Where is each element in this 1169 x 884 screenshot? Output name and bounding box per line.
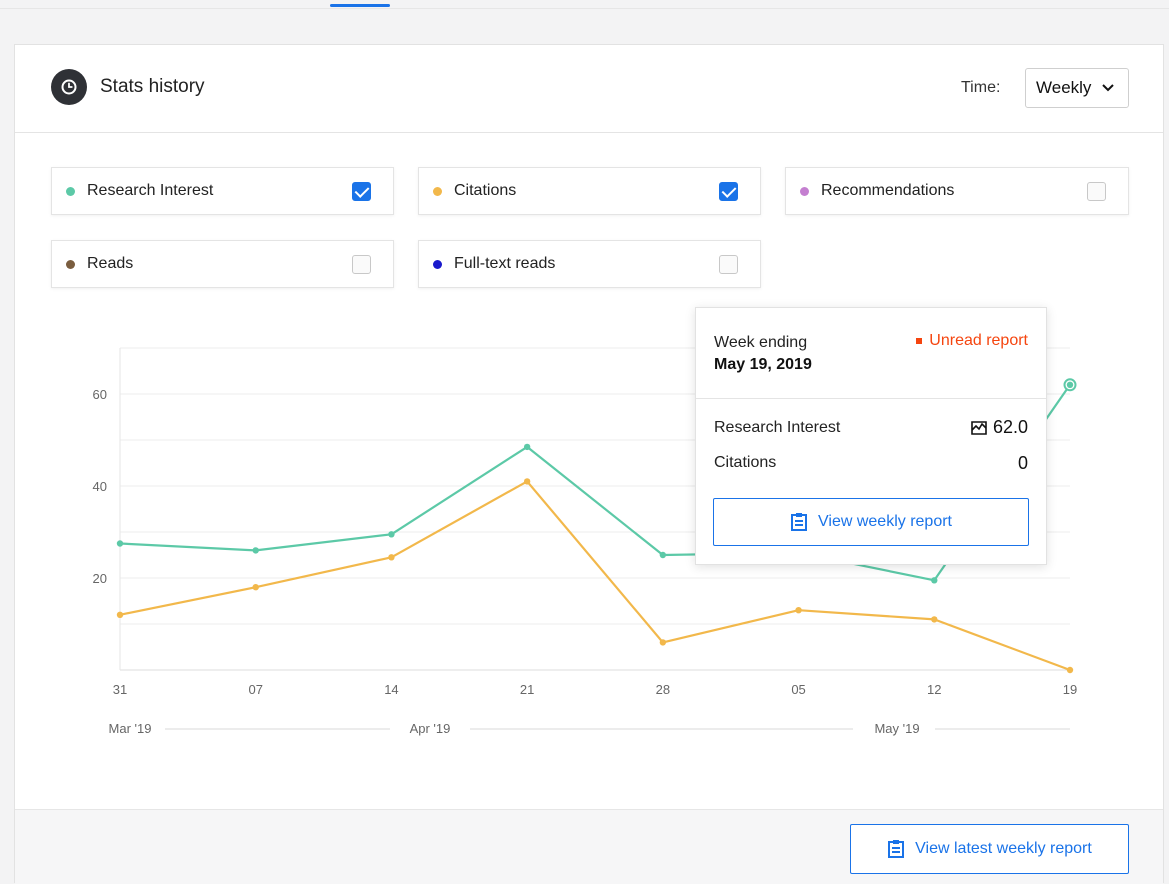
data-point <box>1066 381 1074 388</box>
citations-value: 0 <box>1017 453 1028 473</box>
y-tick-label: 20 <box>93 571 107 586</box>
unread-report-label: Unread report <box>929 332 1028 349</box>
research-interest-icon <box>971 420 987 435</box>
data-point <box>1066 666 1074 674</box>
active-tab-indicator <box>330 4 390 7</box>
research-interest-number: 62.0 <box>992 417 1028 437</box>
view-latest-weekly-report-button[interactable]: View latest weekly report <box>850 824 1129 874</box>
report-icon <box>888 840 905 858</box>
month-label: May '19 <box>874 721 919 736</box>
month-label: Apr '19 <box>410 721 451 736</box>
x-tick-label: 19 <box>1063 682 1077 697</box>
data-point <box>388 531 395 538</box>
view-weekly-report-button[interactable]: View weekly report <box>713 498 1029 546</box>
data-point <box>659 551 667 559</box>
view-latest-weekly-report-label: View latest weekly report <box>915 840 1092 857</box>
data-point <box>931 616 938 623</box>
month-label: Mar '19 <box>109 721 152 736</box>
report-icon <box>791 513 807 531</box>
x-tick-label: 21 <box>520 682 534 697</box>
x-tick-label: 28 <box>656 682 670 697</box>
week-ending-label: Week ending <box>714 334 808 351</box>
research-interest-value: 62.0 <box>969 417 1028 438</box>
data-point <box>523 443 531 451</box>
data-point <box>116 611 124 618</box>
unread-indicator-icon <box>916 338 923 344</box>
x-tick-label: 07 <box>248 682 262 697</box>
unread-report-badge: Unread report <box>916 332 1028 350</box>
data-point <box>795 607 802 614</box>
week-tooltip: Week ending May 19, 2019 Unread report R… <box>695 307 1047 565</box>
citations-label: Citations <box>714 454 777 471</box>
card-footer: View latest weekly report <box>15 809 1163 884</box>
view-weekly-report-label: View weekly report <box>818 513 952 530</box>
y-tick-label: 60 <box>93 387 107 402</box>
tab-bar-divider <box>0 8 1169 9</box>
data-point <box>523 478 531 485</box>
data-point <box>659 639 667 646</box>
x-tick-label: 14 <box>384 682 398 697</box>
stats-history-card: Stats history Time: Weekly Research Inte… <box>14 44 1164 884</box>
data-point <box>388 554 395 561</box>
research-interest-label: Research Interest <box>714 419 841 436</box>
week-ending-date: May 19, 2019 <box>714 356 812 373</box>
data-point <box>116 540 124 547</box>
x-tick-label: 12 <box>927 682 941 697</box>
x-tick-label: 05 <box>791 682 805 697</box>
y-tick-label: 40 <box>93 479 107 494</box>
tooltip-divider <box>696 398 1046 399</box>
x-tick-label: 31 <box>113 682 127 697</box>
data-point <box>252 584 259 591</box>
data-point <box>931 577 938 584</box>
data-point <box>252 547 259 554</box>
